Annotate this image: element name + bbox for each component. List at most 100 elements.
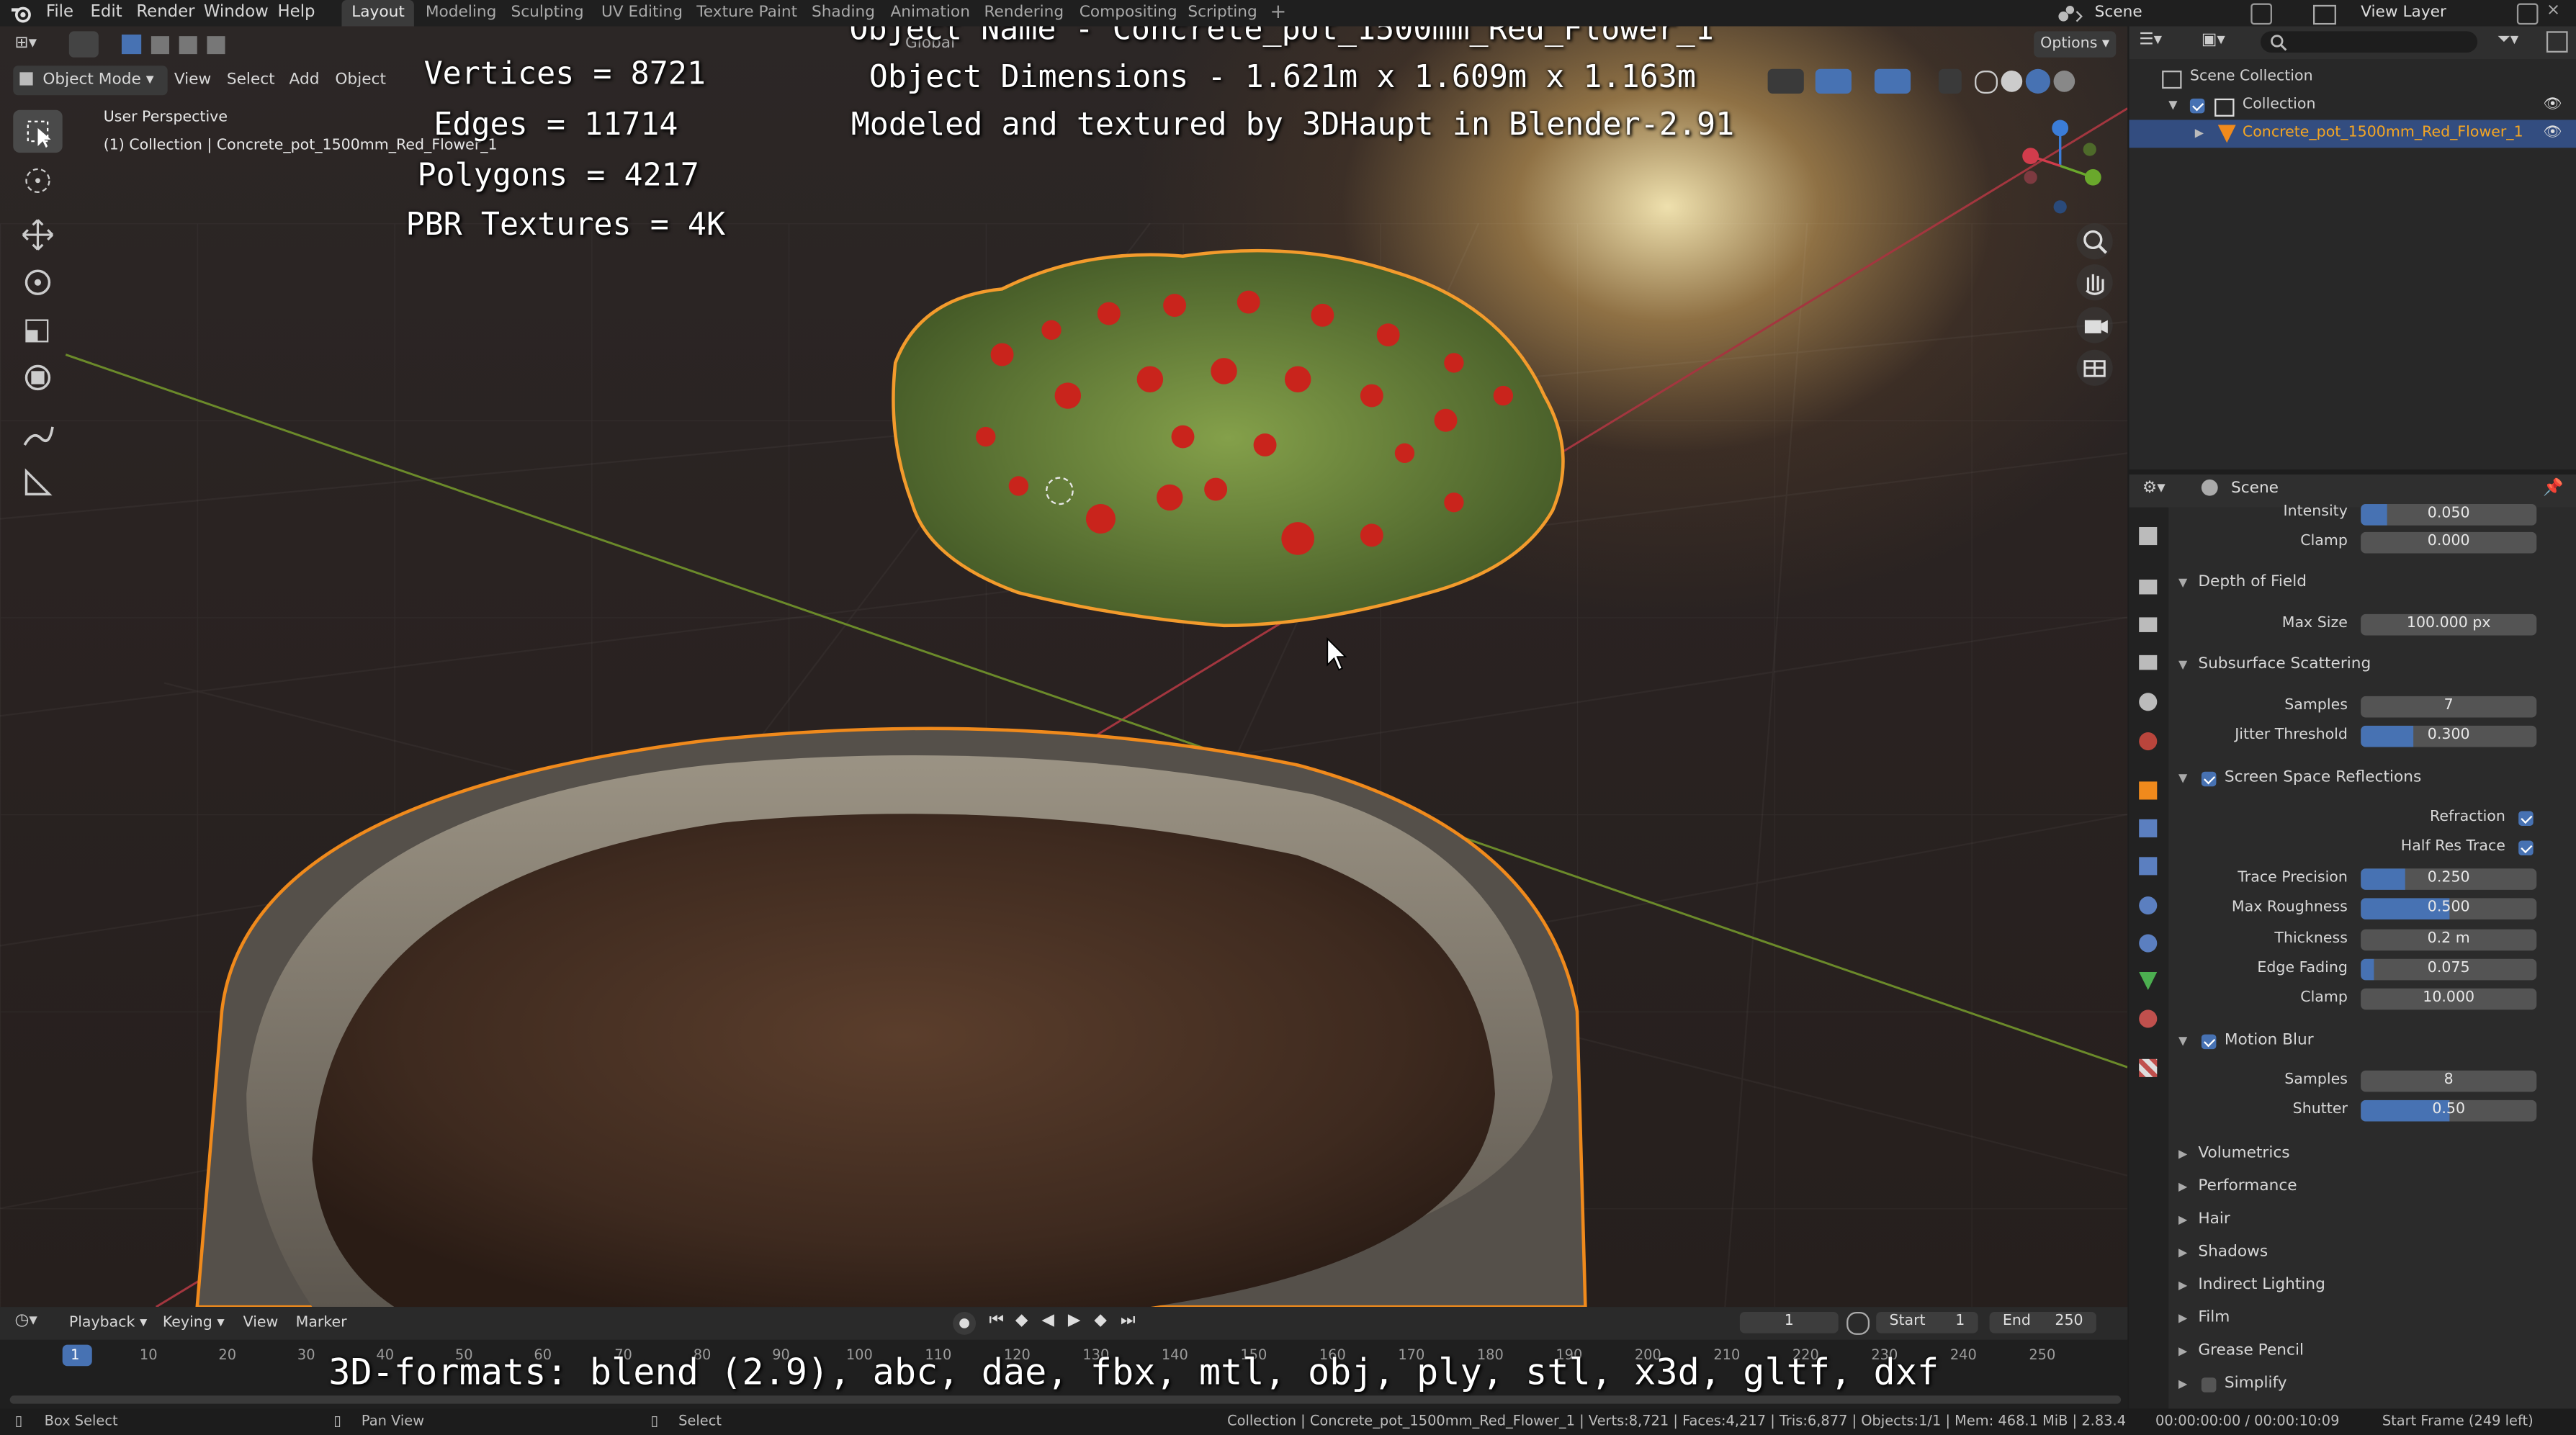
3d-viewport[interactable]: ⊞▾ Object Mode ▾ View Select Add Object …	[0, 26, 2128, 1308]
properties-editor-type-icon[interactable]: ⚙▾	[2142, 480, 2166, 498]
xray-toggle-icon[interactable]	[1938, 68, 1962, 94]
edge-fading-field[interactable]: 0.075	[2361, 958, 2537, 981]
display-mode-icon[interactable]: ▣▾	[2202, 31, 2225, 49]
tab-uv-editing[interactable]: UV Editing	[591, 0, 692, 26]
ssr-collapse-icon[interactable]: ▼	[2178, 772, 2187, 785]
motion-blur-collapse-icon[interactable]: ▼	[2178, 1035, 2187, 1048]
copy-scene-icon[interactable]	[2250, 3, 2272, 25]
outliner-row-scene-collection[interactable]: Scene Collection	[2130, 64, 2576, 92]
physics-tab-icon[interactable]	[2139, 896, 2158, 915]
performance-expand-icon[interactable]: ▶	[2178, 1181, 2187, 1194]
viewport-menu-add[interactable]: Add	[290, 66, 320, 95]
move-tool[interactable]	[13, 213, 62, 256]
end-frame-field[interactable]: End 250	[1989, 1311, 2096, 1333]
tab-shading[interactable]: Shading	[802, 0, 884, 26]
data-tab-icon[interactable]	[2139, 971, 2158, 991]
annotate-tool[interactable]	[13, 414, 62, 456]
menu-window[interactable]: Window	[204, 0, 269, 26]
texture-tab-icon[interactable]	[2139, 1058, 2158, 1077]
cursor-tool[interactable]	[13, 159, 62, 202]
scene-tab-icon[interactable]	[2139, 693, 2158, 711]
timeline-scrollbar[interactable]	[9, 1395, 2122, 1404]
jump-end-icon[interactable]: ⏭	[1121, 1312, 1136, 1330]
constraints-tab-icon[interactable]	[2139, 934, 2158, 953]
remove-view-layer-icon[interactable]: ⨯	[2546, 1, 2566, 21]
expand-arrow-icon[interactable]: ▼	[2168, 92, 2177, 120]
menu-edit[interactable]: Edit	[90, 0, 122, 26]
grease-pencil-title[interactable]: Grease Pencil	[2198, 1341, 2304, 1359]
tab-texture-paint[interactable]: Texture Paint	[687, 0, 807, 26]
particles-tab-icon[interactable]	[2139, 857, 2158, 876]
simplify-checkbox[interactable]	[2201, 1377, 2217, 1393]
world-tab-icon[interactable]	[2139, 732, 2158, 751]
shadows-title[interactable]: Shadows	[2198, 1243, 2268, 1261]
ssr-clamp-field[interactable]: 10.000	[2361, 988, 2537, 1010]
motion-blur-title[interactable]: Motion Blur	[2225, 1031, 2314, 1049]
viewport-menu-view[interactable]: View	[174, 66, 211, 95]
output-tab-icon[interactable]	[2139, 617, 2158, 632]
blender-logo-icon[interactable]	[10, 4, 33, 23]
select-tool-icon[interactable]	[68, 31, 99, 58]
modifier-tab-icon[interactable]	[2139, 819, 2158, 837]
intensity-field[interactable]: 0.050	[2361, 504, 2537, 526]
sss-samples-field[interactable]: 7	[2361, 696, 2537, 718]
flower-clump[interactable]	[892, 248, 1565, 628]
scene-selector[interactable]: Scene	[2054, 1, 2251, 24]
object-expand-arrow-icon[interactable]: ▶	[2195, 120, 2204, 148]
performance-title[interactable]: Performance	[2198, 1177, 2297, 1195]
object-tab-icon[interactable]	[2139, 781, 2158, 800]
collection-visibility-eye-icon[interactable]: 👁	[2543, 92, 2562, 120]
indirect-lighting-title[interactable]: Indirect Lighting	[2198, 1276, 2325, 1294]
mode-selector[interactable]: Object Mode ▾	[13, 66, 168, 96]
scale-tool[interactable]	[13, 309, 62, 351]
tab-rendering[interactable]: Rendering	[974, 0, 1074, 26]
timeline-editor-type-icon[interactable]: ◷▾	[15, 1312, 37, 1330]
trace-precision-field[interactable]: 0.250	[2361, 868, 2537, 890]
tab-animation[interactable]: Animation	[881, 0, 980, 26]
motion-blur-checkbox[interactable]	[2201, 1034, 2217, 1050]
visibility-icon[interactable]	[1767, 68, 1804, 94]
select-mode-icons[interactable]	[121, 34, 243, 55]
tool-tab-icon[interactable]	[2139, 526, 2158, 546]
transform-tool[interactable]	[13, 356, 62, 399]
material-shading-icon[interactable]	[2025, 68, 2050, 94]
volumetrics-expand-icon[interactable]: ▶	[2178, 1148, 2187, 1161]
grease-pencil-expand-icon[interactable]: ▶	[2178, 1345, 2187, 1358]
wireframe-shading-icon[interactable]	[1975, 71, 1998, 94]
tab-scripting[interactable]: Scripting	[1178, 0, 1267, 26]
collection-checkbox[interactable]	[2189, 98, 2205, 114]
view-layer-tab-icon[interactable]	[2139, 654, 2158, 670]
navigation-gizmo[interactable]	[2011, 117, 2109, 218]
sss-collapse-icon[interactable]: ▼	[2178, 658, 2187, 671]
render-tab-icon[interactable]	[2139, 579, 2158, 595]
shutter-field[interactable]: 0.50	[2361, 1099, 2537, 1122]
prev-keyframe-icon[interactable]: ◆	[1015, 1312, 1028, 1330]
hair-title[interactable]: Hair	[2198, 1210, 2230, 1228]
overlay-toggle-icon[interactable]	[1874, 68, 1911, 94]
film-expand-icon[interactable]: ▶	[2178, 1312, 2187, 1325]
timeline-menu-playback[interactable]: Playback ▾	[69, 1308, 148, 1338]
view-layer-selector[interactable]: View Layer	[2313, 1, 2510, 25]
record-button[interactable]	[953, 1311, 977, 1335]
subsurface-scattering-title[interactable]: Subsurface Scattering	[2198, 655, 2371, 673]
options-dropdown[interactable]: Options ▾	[2034, 31, 2117, 58]
jump-start-icon[interactable]: ⏮	[989, 1312, 1004, 1330]
half-res-trace-checkbox[interactable]	[2518, 840, 2534, 856]
motion-blur-samples-field[interactable]: 8	[2361, 1070, 2537, 1092]
depth-of-field-title[interactable]: Depth of Field	[2198, 573, 2307, 591]
volumetrics-title[interactable]: Volumetrics	[2198, 1144, 2289, 1162]
film-title[interactable]: Film	[2198, 1308, 2230, 1326]
max-size-field[interactable]: 100.000 px	[2361, 613, 2537, 636]
rotate-tool[interactable]	[13, 261, 62, 304]
concrete-pot[interactable]	[195, 727, 1587, 1308]
add-workspace-icon[interactable]: +	[1270, 0, 1286, 26]
simplify-title[interactable]: Simplify	[2225, 1375, 2287, 1393]
zoom-icon[interactable]	[2076, 223, 2113, 260]
object-visibility-eye-icon[interactable]: 👁	[2543, 120, 2562, 148]
next-keyframe-icon[interactable]: ◆	[1094, 1312, 1107, 1330]
viewport-menu-object[interactable]: Object	[335, 66, 386, 95]
play-reverse-icon[interactable]: ◀	[1041, 1312, 1054, 1330]
select-box-tool[interactable]	[13, 109, 63, 153]
jitter-threshold-field[interactable]: 0.300	[2361, 725, 2537, 747]
thickness-field[interactable]: 0.2 m	[2361, 929, 2537, 951]
